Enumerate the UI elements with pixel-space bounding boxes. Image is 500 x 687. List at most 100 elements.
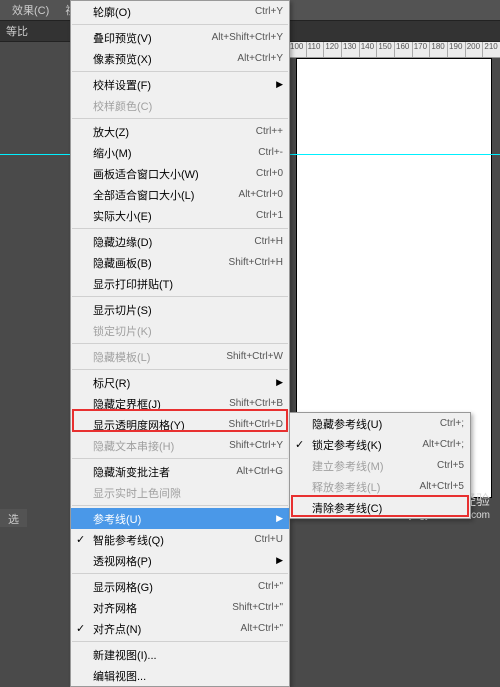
menu-item-label: 叠印预览(V) (93, 30, 212, 46)
menu-item[interactable]: 清除参考线(C) (290, 497, 470, 518)
ruler-tick: 170 (412, 42, 430, 57)
menu-item-label: 显示网格(G) (93, 579, 258, 595)
menu-item-label: 对齐点(N) (93, 621, 241, 637)
menu-item-label: 透视网格(P) (93, 553, 283, 569)
menu-item-label: 锁定参考线(K) (312, 437, 422, 453)
chevron-right-icon: ▶ (276, 377, 283, 388)
menu-separator (72, 369, 288, 370)
menu-shortcut: Ctrl+; (440, 418, 464, 429)
menu-item: 建立参考线(M)Ctrl+5 (290, 455, 470, 476)
menu-item: 显示实时上色间隙 (71, 482, 289, 503)
menu-item[interactable]: 放大(Z)Ctrl++ (71, 121, 289, 142)
chevron-right-icon: ▶ (276, 513, 283, 524)
menu-item[interactable]: 编辑视图... (71, 665, 289, 686)
statusbar: 选 (0, 509, 27, 527)
menu-shortcut: Alt+Ctrl+Y (237, 53, 283, 64)
menu-item-label: 清除参考线(C) (312, 500, 464, 516)
menu-item-label: 隐藏画板(B) (93, 255, 229, 271)
view-menu: 轮廓(O)Ctrl+Y叠印预览(V)Alt+Shift+Ctrl+Y像素预览(X… (70, 0, 290, 687)
menu-shortcut: Alt+Ctrl+G (236, 466, 283, 477)
menu-item: 隐藏模板(L)Shift+Ctrl+W (71, 346, 289, 367)
menu-item[interactable]: 新建视图(I)... (71, 644, 289, 665)
menu-shortcut: Ctrl+" (258, 581, 283, 592)
ruler-tick: 150 (376, 42, 394, 57)
menu-item[interactable]: 显示切片(S) (71, 299, 289, 320)
menu-item[interactable]: 像素预览(X)Alt+Ctrl+Y (71, 48, 289, 69)
menu-item-label: 隐藏模板(L) (93, 349, 226, 365)
menu-item[interactable]: 画板适合窗口大小(W)Ctrl+0 (71, 163, 289, 184)
menu-separator (72, 573, 288, 574)
menu-item: 隐藏文本串接(H)Shift+Ctrl+Y (71, 435, 289, 456)
menu-item[interactable]: 参考线(U)▶ (71, 508, 289, 529)
menu-item-label: 释放参考线(L) (312, 479, 420, 495)
menu-separator (72, 343, 288, 344)
menu-item[interactable]: 隐藏渐变批注者Alt+Ctrl+G (71, 461, 289, 482)
menu-item-label: 新建视图(I)... (93, 647, 283, 663)
menu-shortcut: Alt+Ctrl+" (241, 623, 283, 634)
menu-item[interactable]: 对齐网格Shift+Ctrl+" (71, 597, 289, 618)
menu-shortcut: Ctrl+H (254, 236, 283, 247)
menu-separator (72, 641, 288, 642)
ruler-tick: 180 (429, 42, 447, 57)
menu-shortcut: Ctrl++ (256, 126, 283, 137)
menu-item[interactable]: 全部适合窗口大小(L)Alt+Ctrl+0 (71, 184, 289, 205)
menu-item[interactable]: 叠印预览(V)Alt+Shift+Ctrl+Y (71, 27, 289, 48)
menu-item[interactable]: 隐藏定界框(J)Shift+Ctrl+B (71, 393, 289, 414)
menu-shortcut: Ctrl+1 (256, 210, 283, 221)
menu-item-label: 隐藏渐变批注者 (93, 464, 236, 480)
menu-separator (72, 458, 288, 459)
menu-shortcut: Ctrl+Y (255, 6, 283, 17)
menu-item-label: 轮廓(O) (93, 4, 255, 20)
menu-item[interactable]: ✓锁定参考线(K)Alt+Ctrl+; (290, 434, 470, 455)
menu-item-label: 显示透明度网格(Y) (93, 417, 229, 433)
menu-item-label: 标尺(R) (93, 375, 283, 391)
check-icon: ✓ (76, 533, 85, 546)
menu-shortcut: Shift+Ctrl+W (226, 351, 283, 362)
scale-label: 等比 (6, 23, 28, 39)
menu-separator (72, 296, 288, 297)
menu-item-label: 实际大小(E) (93, 208, 256, 224)
ruler-tick: 100 (288, 42, 306, 57)
menu-item[interactable]: 透视网格(P)▶ (71, 550, 289, 571)
menu-item[interactable]: 隐藏参考线(U)Ctrl+; (290, 413, 470, 434)
menu-item[interactable]: 实际大小(E)Ctrl+1 (71, 205, 289, 226)
menu-separator (72, 228, 288, 229)
ruler-tick: 120 (323, 42, 341, 57)
menu-shortcut: Shift+Ctrl+D (229, 419, 283, 430)
chevron-right-icon: ▶ (276, 555, 283, 566)
horizontal-ruler: 100110120130140150160170180190200210 (288, 42, 500, 58)
menu-item[interactable]: ✓智能参考线(Q)Ctrl+U (71, 529, 289, 550)
menu-item[interactable]: ✓对齐点(N)Alt+Ctrl+" (71, 618, 289, 639)
menu-shortcut: Shift+Ctrl+Y (229, 440, 283, 451)
menu-shortcut: Shift+Ctrl+B (229, 398, 283, 409)
guides-submenu: 隐藏参考线(U)Ctrl+;✓锁定参考线(K)Alt+Ctrl+;建立参考线(M… (289, 412, 471, 519)
menu-item[interactable]: 隐藏边缘(D)Ctrl+H (71, 231, 289, 252)
menu-item-label: 隐藏定界框(J) (93, 396, 229, 412)
menu-item[interactable]: 轮廓(O)Ctrl+Y (71, 1, 289, 22)
menu-item[interactable]: 校样设置(F)▶ (71, 74, 289, 95)
menu-item[interactable]: 显示网格(G)Ctrl+" (71, 576, 289, 597)
menu-item-label: 隐藏参考线(U) (312, 416, 440, 432)
menu-item[interactable]: 隐藏画板(B)Shift+Ctrl+H (71, 252, 289, 273)
menu-item[interactable]: 显示打印拼贴(T) (71, 273, 289, 294)
menu-effects[interactable]: 效果(C) (4, 0, 57, 20)
menu-shortcut: Alt+Ctrl+; (422, 439, 464, 450)
menu-item: 锁定切片(K) (71, 320, 289, 341)
menu-item-label: 缩小(M) (93, 145, 258, 161)
menu-item[interactable]: 缩小(M)Ctrl+- (71, 142, 289, 163)
ruler-tick: 140 (359, 42, 377, 57)
menu-shortcut: Shift+Ctrl+H (229, 257, 283, 268)
menu-shortcut: Shift+Ctrl+" (232, 602, 283, 613)
menu-item-label: 建立参考线(M) (312, 458, 437, 474)
menu-shortcut: Ctrl+- (258, 147, 283, 158)
menu-item[interactable]: 显示透明度网格(Y)Shift+Ctrl+D (71, 414, 289, 435)
menu-separator (72, 118, 288, 119)
menu-item-label: 显示打印拼贴(T) (93, 276, 283, 292)
menu-item-label: 隐藏文本串接(H) (93, 438, 229, 454)
menu-separator (72, 71, 288, 72)
menu-shortcut: Alt+Shift+Ctrl+Y (212, 32, 283, 43)
menu-item-label: 对齐网格 (93, 600, 232, 616)
menu-item[interactable]: 标尺(R)▶ (71, 372, 289, 393)
ruler-tick: 210 (482, 42, 500, 57)
menu-item-label: 校样颜色(C) (93, 98, 283, 114)
